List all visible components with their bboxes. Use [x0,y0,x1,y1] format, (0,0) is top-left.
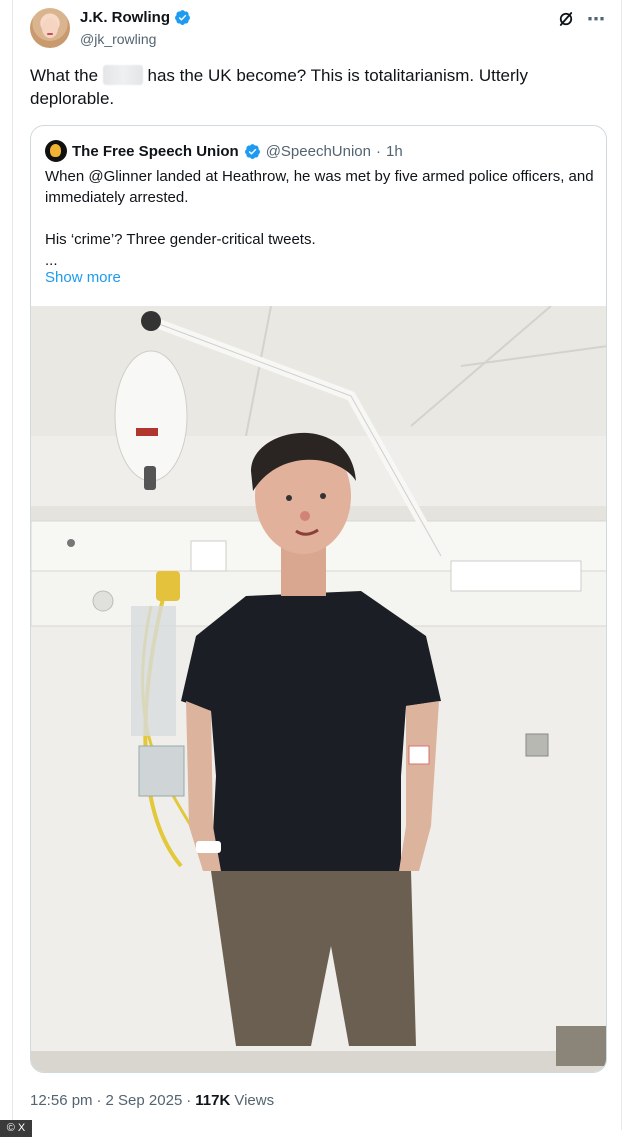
author-handle[interactable]: @jk_rowling [80,31,156,47]
avatar-face [42,18,58,38]
grok-icon[interactable] [557,10,575,28]
tweet-date[interactable]: 2 Sep 2025 [106,1092,183,1109]
quote-separator: · [376,142,381,160]
author-avatar[interactable] [30,8,70,48]
quote-time[interactable]: 1h [386,143,403,160]
verified-badge-icon [175,10,190,25]
quote-header: The Free Speech Union @SpeechUnion · 1h [45,140,403,162]
free-speech-union-logo-icon[interactable] [45,140,67,162]
image-credit: © X [0,1120,32,1137]
avatar-lips [47,33,53,35]
quote-body: When @Glinner landed at Heathrow, he was… [45,166,595,271]
meta-separator-2: · [186,1092,192,1109]
quote-line-2: His ‘crime’? Three gender-critical tweet… [45,231,316,248]
quote-photo[interactable] [31,306,607,1073]
quote-line-3: ... [45,252,58,269]
quote-author-name[interactable]: The Free Speech Union [72,143,239,160]
tweet-text: What the has the UK become? This is tota… [30,64,590,110]
author-name[interactable]: J.K. Rowling [80,9,170,26]
tweet-time[interactable]: 12:56 pm [30,1092,93,1109]
censored-word-blur [102,65,143,85]
views-label: Views [234,1092,275,1109]
tweet-meta: 12:56 pm · 2 Sep 2025 · 117K Views [30,1092,274,1109]
more-icon[interactable]: ⋯ [587,10,606,28]
tweet-actions-top: ⋯ [557,10,606,28]
show-more-link[interactable]: Show more [45,269,121,286]
quote-line-1: When @Glinner landed at Heathrow, he was… [45,168,594,206]
meta-separator: · [96,1092,102,1109]
quote-author-handle[interactable]: @SpeechUnion [266,143,371,160]
author-name-row[interactable]: J.K. Rowling [80,9,191,26]
verified-badge-icon [244,143,260,159]
views-count[interactable]: 117K [195,1092,230,1109]
quoted-tweet[interactable]: The Free Speech Union @SpeechUnion · 1h … [30,125,607,1073]
tweet-text-before: What the [30,66,103,85]
